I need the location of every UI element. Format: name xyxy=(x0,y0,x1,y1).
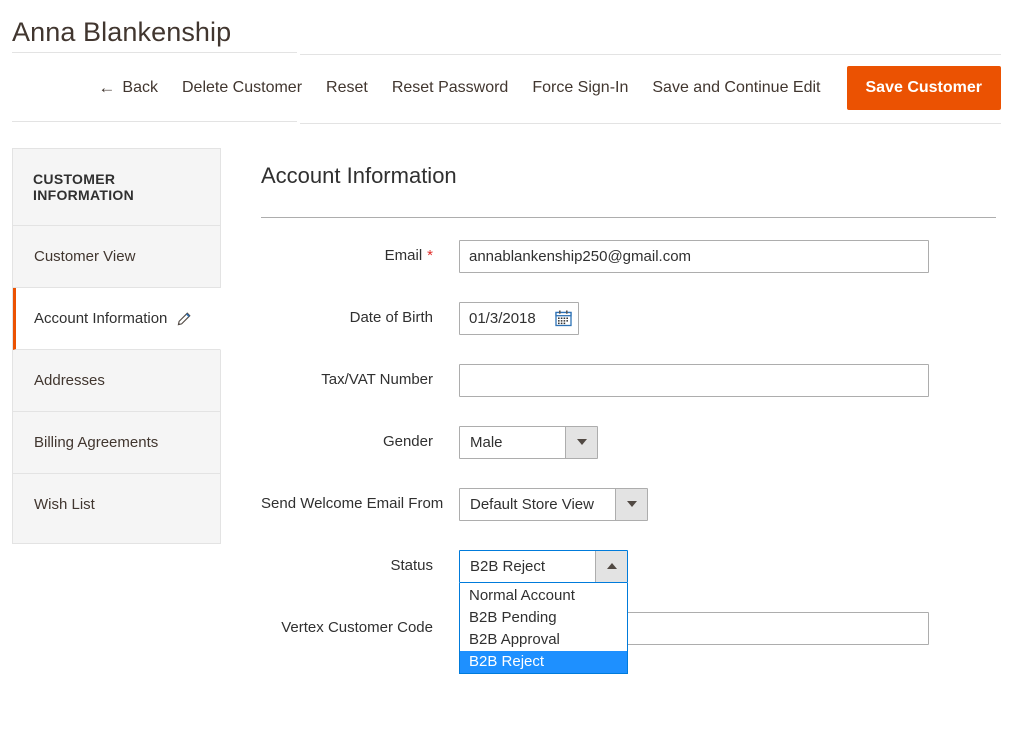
field-row-email: Email* xyxy=(261,225,1001,287)
force-sign-in-button[interactable]: Force Sign-In xyxy=(520,70,640,106)
status-option-b2b-approval[interactable]: B2B Approval xyxy=(460,629,627,651)
status-select-value: B2B Reject xyxy=(460,551,595,582)
field-row-tax-vat-number: Tax/VAT Number xyxy=(261,349,1001,411)
tax-vat-field-label: Tax/VAT Number xyxy=(261,370,459,390)
customer-information-sidebar: CUSTOMER INFORMATION Customer View Accou… xyxy=(12,148,221,544)
page-content: CUSTOMER INFORMATION Customer View Accou… xyxy=(12,148,1001,659)
field-row-date-of-birth: Date of Birth xyxy=(261,287,1001,349)
field-row-send-welcome-email-from: Send Welcome Email From Default Store Vi… xyxy=(261,473,1001,535)
sidebar-item-label: Wish List xyxy=(34,496,95,513)
field-row-vertex-customer-code: Vertex Customer Code xyxy=(261,597,1001,659)
page-header: Anna Blankenship xyxy=(0,0,1013,52)
status-option-b2b-pending[interactable]: B2B Pending xyxy=(460,607,627,629)
gender-field-label: Gender xyxy=(261,432,459,452)
chevron-down-icon xyxy=(627,501,637,507)
gender-field-control: Male xyxy=(459,426,598,459)
reset-button[interactable]: Reset xyxy=(314,70,380,106)
toolbar-buttons: ← Back Delete Customer Reset Reset Passw… xyxy=(92,66,1001,110)
section-divider xyxy=(261,217,996,218)
status-select-toggle[interactable] xyxy=(595,551,627,582)
chevron-up-icon xyxy=(607,563,617,569)
toolbar-divider-bottom-left xyxy=(12,121,297,122)
status-field-control: B2B Reject Normal Account B2B Pending B2… xyxy=(459,550,628,583)
status-options-list: Normal Account B2B Pending B2B Approval … xyxy=(459,583,628,674)
back-button[interactable]: ← Back xyxy=(92,70,170,106)
sidebar-item-addresses[interactable]: Addresses xyxy=(13,350,220,412)
tax-vat-field-control xyxy=(459,364,929,397)
account-information-panel: Account Information Email* Date of Birth xyxy=(221,148,1001,659)
field-row-gender: Gender Male xyxy=(261,411,1001,473)
sidebar-item-label: Account Information xyxy=(34,309,167,328)
reset-password-button[interactable]: Reset Password xyxy=(380,70,521,106)
delete-customer-button[interactable]: Delete Customer xyxy=(170,70,314,106)
sidebar-item-billing-agreements[interactable]: Billing Agreements xyxy=(13,412,220,474)
gender-select[interactable]: Male xyxy=(459,426,598,459)
required-marker: * xyxy=(427,247,433,264)
sidebar-item-customer-view[interactable]: Customer View xyxy=(13,226,220,288)
field-row-status: Status B2B Reject Normal Account B2B Pen… xyxy=(261,535,1001,597)
tax-vat-number-input[interactable] xyxy=(459,364,929,397)
vertex-customer-code-field-label: Vertex Customer Code xyxy=(261,618,459,638)
sidebar-item-label: Billing Agreements xyxy=(34,434,158,451)
gender-select-value: Male xyxy=(460,427,565,458)
sidebar-item-label: Addresses xyxy=(34,372,105,389)
email-input[interactable] xyxy=(459,240,929,273)
calendar-icon[interactable] xyxy=(555,310,572,327)
section-title: Account Information xyxy=(261,162,1001,190)
welcome-email-select-value: Default Store View xyxy=(460,489,615,520)
sidebar-item-account-information[interactable]: Account Information xyxy=(13,288,221,350)
toolbar-divider-top-right xyxy=(300,54,1001,55)
sidebar-title: CUSTOMER INFORMATION xyxy=(13,149,220,226)
sidebar-item-wish-list[interactable]: Wish List xyxy=(13,474,220,535)
welcome-email-field-control: Default Store View xyxy=(459,488,648,521)
arrow-left-icon: ← xyxy=(98,79,115,96)
welcome-email-field-label: Send Welcome Email From xyxy=(261,494,459,514)
save-customer-button[interactable]: Save Customer xyxy=(847,66,1002,110)
toolbar-divider-bottom-right xyxy=(300,123,1001,124)
status-option-normal-account[interactable]: Normal Account xyxy=(460,585,627,607)
welcome-email-select-toggle[interactable] xyxy=(615,489,647,520)
status-field-label: Status xyxy=(261,556,459,576)
save-and-continue-edit-button[interactable]: Save and Continue Edit xyxy=(640,70,832,106)
chevron-down-icon xyxy=(577,439,587,445)
send-welcome-email-from-select[interactable]: Default Store View xyxy=(459,488,648,521)
date-of-birth-field-control xyxy=(459,302,579,335)
page-actions-toolbar: ← Back Delete Customer Reset Reset Passw… xyxy=(12,52,1001,124)
date-of-birth-field-label: Date of Birth xyxy=(261,308,459,328)
toolbar-divider-top-left xyxy=(12,52,297,53)
pencil-icon xyxy=(177,312,191,326)
gender-select-toggle[interactable] xyxy=(565,427,597,458)
back-button-label: Back xyxy=(122,78,158,98)
page-title: Anna Blankenship xyxy=(12,14,1013,50)
email-label-text: Email xyxy=(385,247,423,264)
status-option-b2b-reject[interactable]: B2B Reject xyxy=(460,651,627,673)
email-field-control xyxy=(459,240,929,273)
status-select[interactable]: B2B Reject xyxy=(459,550,628,583)
sidebar-item-label: Customer View xyxy=(34,248,135,265)
email-field-label: Email* xyxy=(261,246,459,266)
date-input-wrapper xyxy=(459,302,579,335)
